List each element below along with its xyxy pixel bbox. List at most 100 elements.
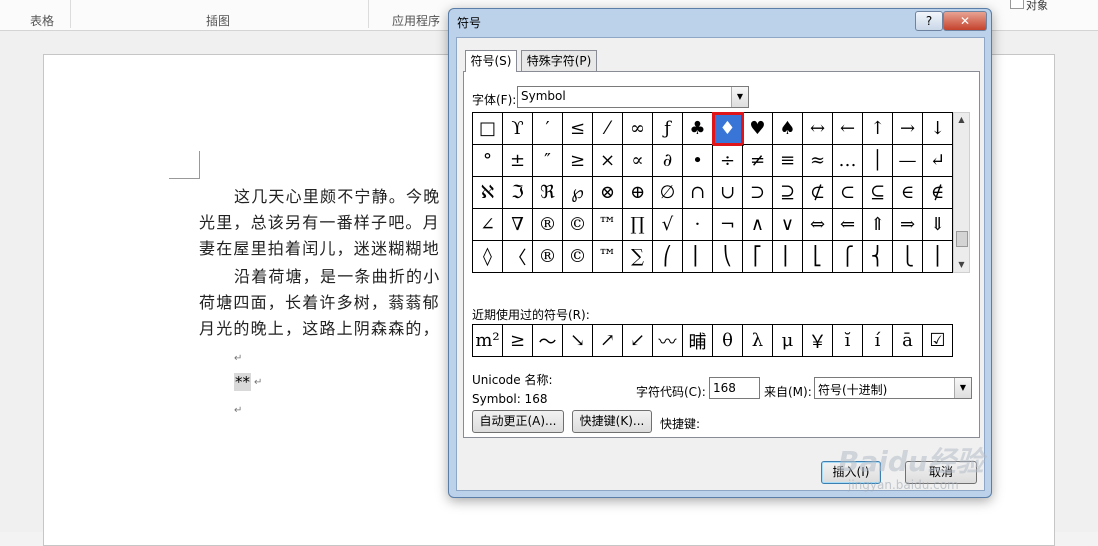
symbol-cell[interactable]: ⎪ (923, 241, 953, 273)
symbol-cell[interactable]: ↵ (923, 145, 953, 177)
symbol-cell[interactable]: ⊃ (743, 177, 773, 209)
recent-symbol-cell[interactable]: λ (743, 325, 773, 357)
symbol-cell-selected[interactable]: ♦ (712, 112, 744, 146)
symbol-cell[interactable]: ◊ (473, 241, 503, 273)
recent-symbol-cell[interactable]: ￥ (803, 325, 833, 357)
symbol-cell[interactable]: ∉ (923, 177, 953, 209)
autocorrect-button[interactable]: 自动更正(A)... (472, 410, 564, 433)
symbol-cell[interactable]: ⎛ (653, 241, 683, 273)
recent-symbols-grid[interactable]: m² ≥ ～ ↘ ↗ ↙ 〰晡 θ λ μ ￥ ĭ í ā ☑ (472, 324, 953, 357)
symbol-cell[interactable]: │ (863, 145, 893, 177)
symbol-cell[interactable]: © (563, 241, 593, 273)
symbol-cell[interactable]: ⎧ (833, 241, 863, 273)
symbol-cell[interactable]: ↓ (923, 113, 953, 145)
tab-symbols[interactable]: 符号(S) (465, 50, 517, 72)
symbol-cell[interactable]: ∇ (503, 209, 533, 241)
symbol-cell[interactable]: ≡ (773, 145, 803, 177)
symbol-cell[interactable]: ≤ (563, 113, 593, 145)
symbol-cell[interactable]: ≥ (563, 145, 593, 177)
recent-symbol-cell[interactable]: í (863, 325, 893, 357)
shortcut-key-button[interactable]: 快捷键(K)... (572, 410, 652, 433)
symbol-cell[interactable]: ⎣ (803, 241, 833, 273)
recent-symbol-cell[interactable]: ↘ (563, 325, 593, 357)
symbol-cell[interactable]: √ (653, 209, 683, 241)
symbol-cell[interactable]: ® (533, 241, 563, 273)
recent-symbol-cell[interactable]: ≥ (503, 325, 533, 357)
symbol-cell[interactable]: ℑ (503, 177, 533, 209)
symbol-cell[interactable]: × (593, 145, 623, 177)
symbol-cell[interactable]: ∞ (623, 113, 653, 145)
recent-symbol-cell[interactable]: μ (773, 325, 803, 357)
close-button[interactable]: ✕ (943, 11, 987, 31)
symbol-cell[interactable]: ∧ (743, 209, 773, 241)
symbol-cell[interactable]: ′ (533, 113, 563, 145)
symbol-cell[interactable]: ° (473, 145, 503, 177)
symbol-cell[interactable]: ⎝ (713, 241, 743, 273)
symbol-cell[interactable]: ¬ (713, 209, 743, 241)
symbol-cell[interactable]: ∝ (623, 145, 653, 177)
recent-symbol-cell[interactable]: θ (713, 325, 743, 357)
symbol-cell[interactable]: ⊕ (623, 177, 653, 209)
from-dropdown[interactable]: 符号(十进制) ▼ (814, 377, 972, 399)
symbol-cell[interactable]: ∨ (773, 209, 803, 241)
symbol-cell[interactable]: … (833, 145, 863, 177)
symbol-cell[interactable]: ∈ (893, 177, 923, 209)
chevron-down-icon[interactable]: ▼ (954, 378, 971, 398)
symbol-cell[interactable]: □ (473, 113, 503, 145)
symbol-cell[interactable]: 〈 (503, 241, 533, 273)
symbol-cell[interactable]: © (563, 209, 593, 241)
symbol-cell[interactable]: ⋅ (683, 209, 713, 241)
symbol-cell[interactable]: ⇔ (803, 209, 833, 241)
symbol-cell[interactable]: ∪ (713, 177, 743, 209)
symbol-cell[interactable]: → (893, 113, 923, 145)
scroll-up-icon[interactable]: ▲ (954, 113, 969, 127)
symbol-cell[interactable]: ℵ (473, 177, 503, 209)
grid-scrollbar[interactable]: ▲ ▼ (953, 112, 970, 273)
recent-symbol-cell[interactable]: ↙ (623, 325, 653, 357)
symbol-cell[interactable]: ® (533, 209, 563, 241)
symbol-cell[interactable]: ⊂ (833, 177, 863, 209)
symbol-cell[interactable]: ⎢ (773, 241, 803, 273)
chevron-down-icon[interactable]: ▼ (731, 87, 748, 107)
symbol-cell[interactable]: ↔ (803, 113, 833, 145)
symbol-cell[interactable]: ∩ (683, 177, 713, 209)
symbol-cell[interactable]: ⇑ (863, 209, 893, 241)
char-code-input[interactable]: 168 (709, 377, 760, 399)
symbol-cell[interactable]: ∠ (473, 209, 503, 241)
selected-stars-text[interactable]: ** (234, 373, 251, 391)
symbol-cell[interactable]: ∅ (653, 177, 683, 209)
symbol-cell[interactable]: ⊇ (773, 177, 803, 209)
recent-symbol-cell[interactable]: ～ (533, 325, 563, 357)
symbol-cell[interactable]: ÷ (713, 145, 743, 177)
symbol-cell[interactable]: — (893, 145, 923, 177)
symbol-cell[interactable]: ⁄ (593, 113, 623, 145)
tab-special-characters[interactable]: 特殊字符(P) (521, 50, 597, 71)
symbol-cell[interactable]: ∑ (623, 241, 653, 273)
symbol-cell[interactable]: ℘ (563, 177, 593, 209)
symbol-cell[interactable]: ⇓ (923, 209, 953, 241)
symbol-cell[interactable]: ♥ (743, 113, 773, 145)
recent-symbol-cell[interactable]: ↗ (593, 325, 623, 357)
recent-symbol-cell[interactable]: m² (473, 325, 503, 357)
symbol-cell[interactable]: ♠ (773, 113, 803, 145)
symbol-grid[interactable]: □ ϒ ′ ≤ ⁄ ∞ ƒ ♣ ♦ ♥ ♠ ↔ ← ↑ → ↓ ° ± ″ ≥ × ∝ ∂ • ÷ ≠ ≡ ≈… │ — ↵ ℵ ℑ ℜ ℘ ⊗ ⊕ ∅ ∩… (472, 112, 953, 273)
symbol-cell[interactable]: ∂ (653, 145, 683, 177)
recent-symbol-cell[interactable]: ĭ (833, 325, 863, 357)
symbol-cell[interactable]: ≠ (743, 145, 773, 177)
symbol-cell[interactable]: ⎩ (893, 241, 923, 273)
symbol-cell[interactable]: ⎨ (863, 241, 893, 273)
symbol-cell[interactable]: ⊆ (863, 177, 893, 209)
symbol-cell[interactable]: ≈ (803, 145, 833, 177)
symbol-cell[interactable]: ™ (593, 241, 623, 273)
symbol-cell[interactable]: • (683, 145, 713, 177)
recent-symbol-cell[interactable]: 晡 (683, 325, 713, 357)
symbol-cell[interactable]: ϒ (503, 113, 533, 145)
help-button[interactable]: ? (915, 11, 943, 31)
symbol-cell[interactable]: ™ (593, 209, 623, 241)
symbol-cell[interactable]: ↑ (863, 113, 893, 145)
symbol-cell[interactable]: ⎜ (683, 241, 713, 273)
scroll-down-icon[interactable]: ▼ (954, 258, 969, 272)
dialog-titlebar[interactable]: 符号 ? ✕ (449, 9, 991, 35)
recent-symbol-cell[interactable]: ā (893, 325, 923, 357)
symbol-cell[interactable]: ⎡ (743, 241, 773, 273)
